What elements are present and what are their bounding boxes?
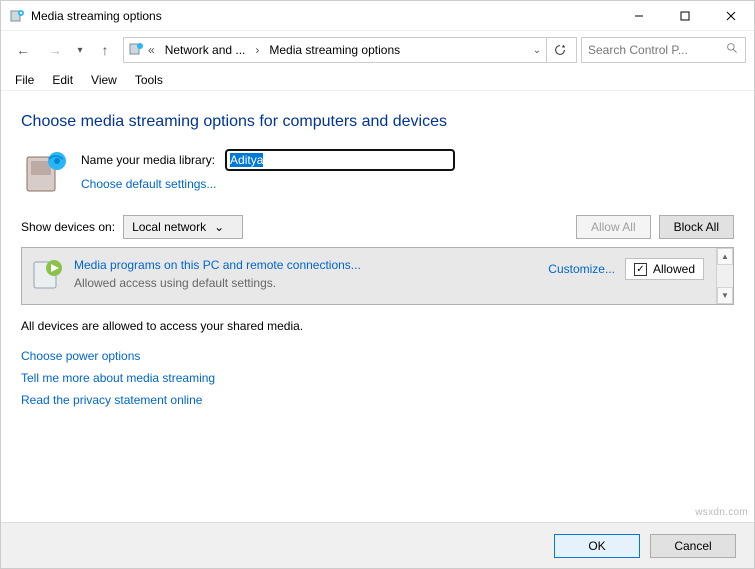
library-name-label: Name your media library: xyxy=(81,153,215,167)
status-text: All devices are allowed to access your s… xyxy=(21,319,734,333)
device-icon xyxy=(32,258,64,290)
chevron-right-icon: › xyxy=(253,43,261,57)
device-subtitle: Allowed access using default settings. xyxy=(74,276,538,290)
refresh-button[interactable] xyxy=(546,38,572,62)
menu-file[interactable]: File xyxy=(7,71,42,89)
location-icon xyxy=(128,41,144,60)
search-placeholder: Search Control P... xyxy=(588,43,722,57)
device-title[interactable]: Media programs on this PC and remote con… xyxy=(74,258,538,272)
search-icon xyxy=(726,42,739,58)
content-area: Choose media streaming options for compu… xyxy=(1,91,754,417)
device-item[interactable]: Media programs on this PC and remote con… xyxy=(22,248,716,304)
footer: OK Cancel xyxy=(1,522,754,568)
breadcrumb-sep-icon: « xyxy=(146,43,157,57)
media-library-section: Name your media library: Choose default … xyxy=(21,149,734,197)
history-dropdown-icon[interactable]: ▾ xyxy=(73,45,87,56)
show-devices-label: Show devices on: xyxy=(21,220,115,234)
allowed-checkbox[interactable]: ✓ xyxy=(634,263,647,276)
chevron-down-icon: ⌄ xyxy=(214,220,224,234)
minimize-button[interactable] xyxy=(616,1,662,31)
back-button[interactable]: ← xyxy=(9,36,37,64)
ok-button[interactable]: OK xyxy=(554,534,640,558)
breadcrumb-parent[interactable]: Network and ... xyxy=(159,41,252,59)
breadcrumb-current[interactable]: Media streaming options xyxy=(263,41,406,59)
customize-link[interactable]: Customize... xyxy=(548,262,615,276)
watermark: wsxdn.com xyxy=(695,507,748,518)
menubar: File Edit View Tools xyxy=(1,69,754,91)
address-bar[interactable]: « Network and ... › Media streaming opti… xyxy=(123,37,577,63)
choose-default-settings-link[interactable]: Choose default settings... xyxy=(81,177,455,191)
learn-more-link[interactable]: Tell me more about media streaming xyxy=(21,371,734,385)
up-button[interactable]: ↑ xyxy=(91,36,119,64)
menu-edit[interactable]: Edit xyxy=(44,71,81,89)
app-icon xyxy=(9,8,25,24)
scroll-down-icon[interactable]: ▼ xyxy=(717,287,733,304)
forward-button[interactable]: → xyxy=(41,36,69,64)
cancel-button[interactable]: Cancel xyxy=(650,534,736,558)
block-all-button[interactable]: Block All xyxy=(659,215,734,239)
help-links: Choose power options Tell me more about … xyxy=(21,349,734,407)
navbar: ← → ▾ ↑ « Network and ... › Media stream… xyxy=(1,31,754,69)
show-devices-value: Local network xyxy=(132,220,206,234)
menu-tools[interactable]: Tools xyxy=(127,71,171,89)
scroll-up-icon[interactable]: ▲ xyxy=(717,248,733,265)
close-button[interactable] xyxy=(708,1,754,31)
media-library-icon xyxy=(21,149,69,197)
allowed-checkbox-wrap[interactable]: ✓ Allowed xyxy=(625,258,704,280)
address-dropdown-icon[interactable]: ⌄ xyxy=(530,45,544,56)
page-title: Choose media streaming options for compu… xyxy=(21,113,734,131)
allow-all-button[interactable]: Allow All xyxy=(576,215,651,239)
show-devices-dropdown[interactable]: Local network ⌄ xyxy=(123,215,243,239)
allowed-label: Allowed xyxy=(653,262,695,276)
library-name-input[interactable] xyxy=(225,149,455,171)
maximize-button[interactable] xyxy=(662,1,708,31)
window-title: Media streaming options xyxy=(31,9,616,23)
device-list: Media programs on this PC and remote con… xyxy=(21,247,734,305)
window-buttons xyxy=(616,1,754,31)
device-list-scrollbar[interactable]: ▲ ▼ xyxy=(716,248,733,304)
search-box[interactable]: Search Control P... xyxy=(581,37,746,63)
power-options-link[interactable]: Choose power options xyxy=(21,349,734,363)
privacy-link[interactable]: Read the privacy statement online xyxy=(21,393,734,407)
show-devices-row: Show devices on: Local network ⌄ Allow A… xyxy=(21,215,734,239)
titlebar: Media streaming options xyxy=(1,1,754,31)
menu-view[interactable]: View xyxy=(83,71,125,89)
